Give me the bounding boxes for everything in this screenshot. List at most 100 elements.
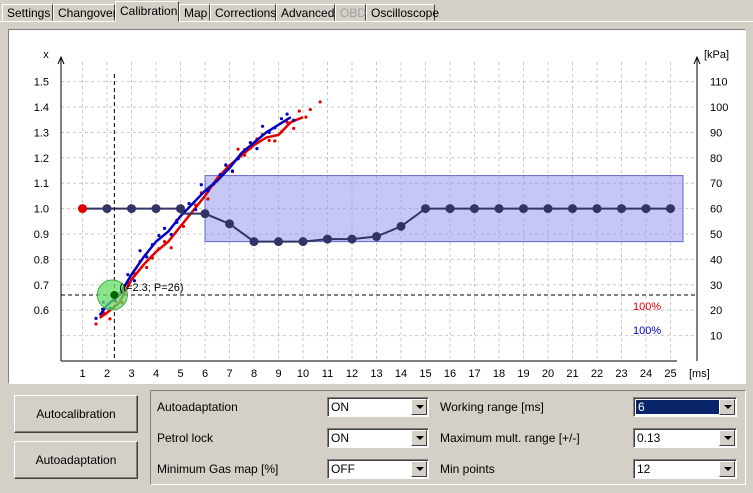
settings-panel: Autoadaptation ON Petrol lock ON Minimum… bbox=[150, 390, 746, 485]
tab-map[interactable]: Map bbox=[179, 4, 210, 21]
adapted-map-point bbox=[396, 221, 406, 231]
adapted-map-point bbox=[470, 204, 479, 214]
x-tick-label: 11 bbox=[322, 368, 333, 380]
maximum-mult-range-label: Maximum mult. range [+/-] bbox=[440, 431, 580, 445]
adapted-map-point bbox=[225, 219, 234, 229]
red-scatter-point bbox=[273, 139, 277, 143]
working-range-select[interactable]: 6 bbox=[633, 397, 737, 417]
minimum-gas-map-label: Minimum Gas map [%] bbox=[157, 462, 279, 476]
chevron-down-icon[interactable] bbox=[411, 399, 427, 415]
adapted-map-point bbox=[323, 234, 332, 244]
min-points-select[interactable]: 12 bbox=[633, 459, 737, 479]
autocalibration-button[interactable]: Autocalibration bbox=[14, 395, 138, 433]
y-right-tick-label: 100 bbox=[710, 102, 728, 114]
working-range-value: 6 bbox=[636, 400, 720, 414]
y-right-tick-label: 10 bbox=[710, 331, 722, 343]
adapted-map-point bbox=[298, 237, 308, 247]
blue-scatter-point bbox=[292, 118, 296, 122]
x-tick-label: 12 bbox=[346, 368, 358, 380]
chevron-down-icon[interactable] bbox=[411, 430, 427, 446]
chevron-down-icon[interactable] bbox=[719, 461, 735, 477]
x-tick-label: 10 bbox=[297, 368, 309, 380]
tab-bar: Settings Changover Calibration Map Corre… bbox=[0, 0, 753, 23]
x-tick-label: 20 bbox=[542, 368, 554, 380]
red-scatter-point bbox=[304, 115, 308, 119]
autoadaptation-select[interactable]: ON bbox=[327, 397, 429, 417]
adapted-map-point bbox=[568, 204, 577, 214]
min-points-label: Min points bbox=[440, 462, 495, 476]
blue-scatter-point bbox=[199, 183, 203, 187]
x-tick-label: 7 bbox=[226, 368, 232, 380]
tab-settings[interactable]: Settings bbox=[2, 4, 53, 21]
x-tick-label: 25 bbox=[664, 368, 676, 380]
x-tick-label: 17 bbox=[468, 368, 480, 380]
autoadaptation-button[interactable]: Autoadaptation bbox=[14, 441, 138, 479]
left-axis-label: x bbox=[43, 49, 49, 61]
adapted-map-point bbox=[249, 237, 259, 247]
blue-scatter-point bbox=[224, 163, 228, 167]
y-left-tick-label: 1.4 bbox=[34, 102, 49, 114]
x-tick-label: 14 bbox=[395, 368, 407, 380]
red-scatter-point bbox=[94, 322, 98, 326]
y-right-tick-label: 40 bbox=[710, 254, 722, 266]
tab-oscilloscope[interactable]: Oscilloscope bbox=[366, 4, 439, 21]
tab-corrections[interactable]: Corrections bbox=[210, 4, 276, 21]
y-left-tick-label: 0.9 bbox=[34, 229, 49, 241]
tab-changover[interactable]: Changover bbox=[53, 4, 117, 21]
working-range-label: Working range [ms] bbox=[440, 400, 544, 414]
x-tick-label: 23 bbox=[615, 368, 627, 380]
blue-scatter-point bbox=[230, 169, 235, 173]
y-left-tick-label: 0.7 bbox=[34, 280, 49, 292]
x-tick-label: 3 bbox=[128, 368, 134, 380]
x-tick-label: 4 bbox=[153, 368, 159, 380]
petrol-lock-select[interactable]: ON bbox=[327, 428, 429, 448]
blue-scatter-point bbox=[157, 233, 161, 238]
y-left-tick-label: 1.1 bbox=[34, 178, 49, 190]
blue-percent: 100% bbox=[633, 325, 661, 337]
adapted-map-point bbox=[274, 237, 283, 247]
blue-scatter-point bbox=[194, 208, 198, 212]
min-points-value: 12 bbox=[637, 462, 651, 476]
petrol-lock-value: ON bbox=[331, 431, 349, 445]
x-axis-unit: [ms] bbox=[689, 368, 710, 380]
x-tick-label: 5 bbox=[177, 368, 183, 380]
right-axis-label: [kPa] bbox=[704, 49, 729, 61]
calibration-chart: 0.6 0.7 0.8 0.9 1.0 1.1 1.2 1.3 1.4 1.5 10 20 30 40 50… bbox=[34, 49, 729, 380]
y-right-tick-label: 90 bbox=[710, 127, 722, 139]
adapted-map-point bbox=[617, 204, 626, 214]
blue-scatter-point bbox=[260, 124, 265, 128]
y-left-tick-label: 0.6 bbox=[34, 305, 49, 317]
x-tick-label: 9 bbox=[275, 368, 281, 380]
red-scatter-point bbox=[236, 147, 240, 151]
adapted-map-point bbox=[666, 204, 675, 214]
minimum-gas-map-select[interactable]: OFF bbox=[327, 459, 429, 479]
tab-advanced[interactable]: Advanced bbox=[276, 4, 335, 21]
chevron-down-icon[interactable] bbox=[411, 461, 427, 477]
red-scatter-point bbox=[308, 107, 312, 112]
y-left-tick-label: 1.2 bbox=[34, 153, 49, 165]
initial-map-point bbox=[176, 204, 185, 214]
chevron-down-icon[interactable] bbox=[719, 430, 735, 446]
adapted-map-point bbox=[641, 204, 651, 214]
tab-obd[interactable]: OBD bbox=[335, 4, 366, 21]
red-scatter-point bbox=[297, 109, 301, 113]
minimum-gas-map-value: OFF bbox=[331, 462, 355, 476]
chevron-down-icon[interactable] bbox=[719, 399, 735, 415]
x-tick-label: 21 bbox=[566, 368, 578, 380]
marker-label: (t=2.3; P=26) bbox=[119, 282, 183, 294]
maximum-mult-range-select[interactable]: 0.13 bbox=[633, 428, 737, 448]
blue-scatter-point bbox=[94, 316, 98, 320]
initial-map-point bbox=[151, 204, 161, 214]
red-scatter-point bbox=[108, 317, 112, 321]
tab-calibration[interactable]: Calibration bbox=[115, 1, 179, 22]
blue-scatter-point bbox=[126, 273, 130, 277]
y-right-tick-label: 20 bbox=[710, 305, 722, 317]
y-right-tick-label: 110 bbox=[710, 77, 728, 89]
initial-map-point bbox=[127, 204, 136, 214]
blue-scatter-point bbox=[255, 147, 259, 151]
adapted-map-point bbox=[592, 204, 602, 214]
y-left-tick-label: 0.8 bbox=[34, 254, 49, 266]
red-scatter-point bbox=[292, 126, 296, 130]
y-right-tick-label: 70 bbox=[710, 178, 722, 190]
blue-scatter-point bbox=[138, 249, 142, 253]
